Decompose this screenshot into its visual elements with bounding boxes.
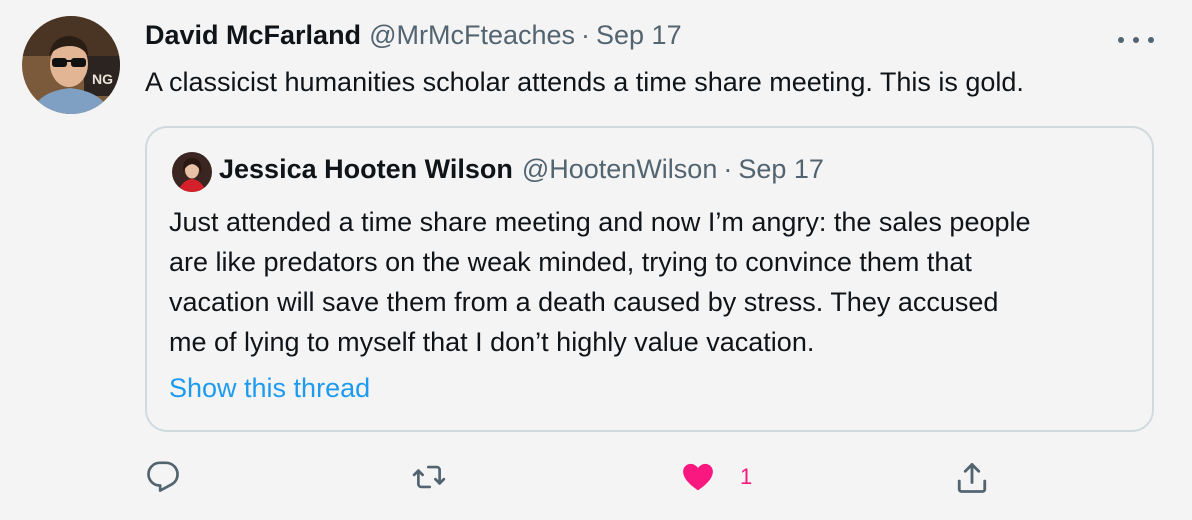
more-dot xyxy=(1148,37,1154,43)
quoted-text-line: me of lying to myself that I don’t highl… xyxy=(169,327,815,357)
like-count: 1 xyxy=(740,464,753,489)
reply-button[interactable] xyxy=(146,460,180,494)
action-bar: 1 xyxy=(0,450,1192,510)
quoted-date: Sep 17 xyxy=(738,154,824,184)
quoted-author-avatar xyxy=(172,152,212,192)
heart-filled-icon xyxy=(683,463,713,491)
author-name[interactable]: David McFarland xyxy=(145,20,361,51)
quoted-tweet[interactable]: Jessica Hooten Wilson @HootenWilson · Se… xyxy=(145,126,1154,432)
quoted-author-name: Jessica Hooten Wilson xyxy=(219,154,513,184)
tweet-date[interactable]: Sep 17 xyxy=(596,20,682,51)
reply-icon xyxy=(147,461,179,492)
svg-text:NG: NG xyxy=(92,71,113,87)
tweet-text: A classicist humanities scholar attends … xyxy=(145,67,1024,97)
author-avatar[interactable]: NG xyxy=(22,16,120,114)
separator-dot: · xyxy=(581,20,591,50)
more-options-icon[interactable] xyxy=(1118,34,1154,46)
more-dot xyxy=(1133,37,1139,43)
quoted-header: Jessica Hooten Wilson @HootenWilson · Se… xyxy=(219,154,824,190)
tweet-header: David McFarland @MrMcFteaches · Sep 17 xyxy=(145,20,682,60)
quoted-author-handle: @HootenWilson xyxy=(521,154,718,184)
retweet-icon xyxy=(412,465,446,489)
more-dot xyxy=(1118,37,1124,43)
quoted-text: Just attended a time share meeting and n… xyxy=(169,202,1129,362)
tweet: NG David McFarland @MrMcFteaches · Sep 1… xyxy=(0,0,1192,520)
author-handle[interactable]: @MrMcFteaches xyxy=(369,20,575,51)
quoted-text-line: Just attended a time share meeting and n… xyxy=(169,207,1031,237)
share-icon xyxy=(957,463,987,493)
separator-dot: · xyxy=(723,154,733,184)
quoted-text-line: are like predators on the weak minded, t… xyxy=(169,247,972,277)
like-button[interactable]: 1 xyxy=(680,460,752,494)
share-button[interactable] xyxy=(954,460,990,496)
show-thread-link[interactable]: Show this thread xyxy=(169,370,370,406)
retweet-button[interactable] xyxy=(410,460,448,494)
quoted-text-line: vacation will save them from a death cau… xyxy=(169,287,999,317)
